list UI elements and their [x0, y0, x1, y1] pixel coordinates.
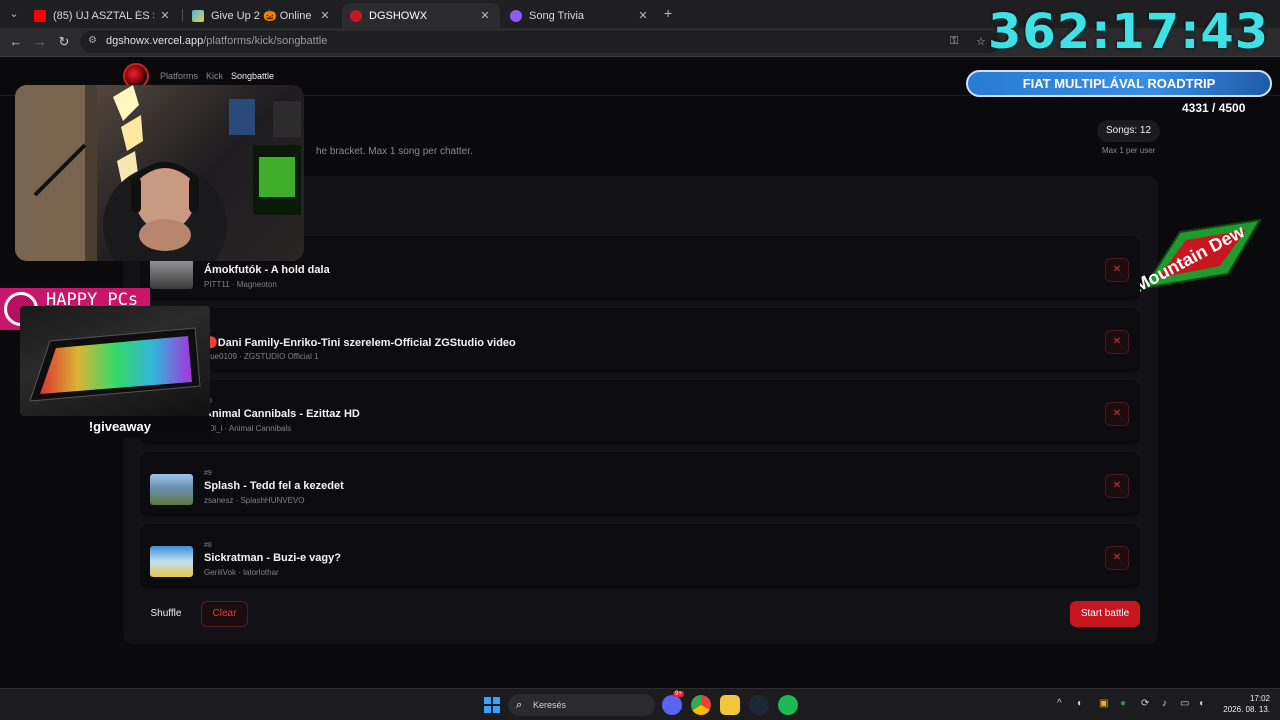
remove-song-button[interactable]: ✕ [1105, 474, 1129, 498]
clock-time: 17:02 [1249, 694, 1270, 703]
windows-taskbar: ⌕ Keresés 9+ ^ ◐ ▣ ● ⟳ ♪ ▭ ◖ 17:02 2026.… [0, 688, 1280, 720]
song-title: 🔴Dani Family-Enriko-Tini szerelem-Offici… [204, 337, 516, 349]
sync-tray-icon[interactable]: ⟳ [1141, 698, 1149, 709]
song-meta: PITT11 · Magneoton [204, 280, 277, 289]
max-per-user-note: Max 1 per user [1102, 146, 1156, 155]
forward-arrow-icon[interactable]: → [32, 34, 48, 50]
song-thumbnail [150, 474, 193, 505]
page-subtitle: he bracket. Max 1 song per chatter. [316, 146, 473, 157]
url-text: dgshowx.vercel.app/platforms/kick/songba… [106, 35, 327, 47]
keyboard-image [20, 306, 210, 416]
network-icon[interactable]: ▭ [1180, 698, 1189, 709]
site-info-icon[interactable]: ⚙ [88, 35, 100, 47]
tab-title: DGSHOWX [369, 9, 428, 22]
song-title: Splash - Tedd fel a kezedet [204, 480, 344, 492]
taskbar-search-placeholder: Keresés [533, 700, 567, 710]
song-row: #8 Sickratman - Buzi-e vagy? GeriiiVok ·… [140, 524, 1140, 589]
new-tab-plus-icon[interactable]: + [664, 5, 672, 21]
mountain-dew-graphic: Mountain Dew [1131, 218, 1262, 296]
chrome-icon[interactable] [691, 695, 711, 715]
password-key-icon[interactable]: ⚿ [950, 35, 958, 48]
steam-tray-icon[interactable]: ◐ [1077, 698, 1083, 709]
breadcrumb-platforms[interactable]: Platforms [160, 71, 198, 81]
song-rank: #9 [204, 470, 212, 477]
song-meta: zsanesz · SplashHUNVEVO [204, 496, 305, 505]
song-title: Ámokfutók - A hold dala [204, 264, 330, 276]
song-title: Sickratman - Buzi-e vagy? [204, 552, 341, 564]
song-meta: luue0109 · ZGSTUDIO Official 1 [204, 352, 319, 361]
song-thumbnail [150, 258, 193, 289]
webcam-scene [15, 85, 301, 261]
url-path: /platforms/kick/songbattle [203, 35, 328, 47]
close-icon[interactable]: ✕ [636, 9, 650, 22]
shuffle-button[interactable]: Shuffle [140, 601, 192, 627]
app-tray-icon[interactable]: ● [1120, 698, 1126, 709]
webcam-overlay [15, 85, 304, 261]
song-meta: GeriiiVok · latorlothar [204, 568, 279, 577]
close-icon[interactable]: ✕ [318, 9, 332, 22]
youtube-icon [34, 9, 46, 22]
tab-song-trivia[interactable]: Song Trivia ✕ [502, 3, 658, 28]
rgb-keyboard-graphic [29, 327, 201, 402]
song-title: Animal Cannibals - Ezittaz HD [204, 408, 360, 420]
remove-song-button[interactable]: ✕ [1105, 402, 1129, 426]
steam-icon[interactable] [749, 695, 769, 715]
giveaway-label: !giveaway [18, 416, 211, 438]
dgshowx-icon [350, 9, 362, 22]
volume-icon[interactable]: ◖ [1198, 698, 1204, 709]
tab-youtube[interactable]: (85) ÚJ ASZTAL ÉS SZÉK ÖSSZERAKÁSA ✕ [26, 3, 180, 28]
folder-tray-icon[interactable]: ▣ [1099, 698, 1108, 709]
tab-give-up[interactable]: Give Up 2 🎃 Online Game | Gamezop ✕ [184, 3, 340, 28]
goal-banner: FIAT MULTIPLÁVAL ROADTRIP [966, 70, 1272, 97]
song-thumbnail [150, 546, 193, 577]
tab-divider [182, 9, 183, 21]
tab-search-chevron-icon[interactable]: ⌄ [6, 6, 22, 22]
discord-badge: 9+ [673, 691, 684, 697]
windows-start-icon[interactable] [484, 697, 500, 713]
song-meta: R0l_i · Animal Cannibals [204, 424, 292, 433]
remove-song-button[interactable]: ✕ [1105, 330, 1129, 354]
close-icon[interactable]: ✕ [158, 9, 172, 22]
breadcrumb: Platforms Kick Songbattle [160, 71, 274, 81]
remove-song-button[interactable]: ✕ [1105, 258, 1129, 282]
taskbar-search[interactable]: ⌕ Keresés [508, 694, 655, 716]
song-rank: #8 [204, 542, 212, 549]
start-battle-button[interactable]: Start battle [1070, 601, 1140, 627]
goal-counter: 4331 / 4500 [1182, 101, 1246, 115]
clear-button[interactable]: Clear [201, 601, 248, 627]
close-icon[interactable]: ✕ [478, 9, 492, 22]
microphone-icon[interactable]: ♪ [1162, 698, 1167, 709]
songs-count-badge: Songs: 12 [1097, 120, 1161, 142]
discord-icon[interactable]: 9+ [662, 691, 684, 715]
breadcrumb-songbattle: Songbattle [231, 71, 275, 81]
gamezop-icon [192, 9, 204, 22]
back-arrow-icon[interactable]: ← [8, 34, 24, 50]
song-row: 10 Animal Cannibals - Ezittaz HD R0l_i ·… [140, 380, 1140, 445]
tab-title: Give Up 2 🎃 Online Game | Gamezop [211, 10, 314, 22]
tab-title: Song Trivia [529, 9, 585, 22]
breadcrumb-kick[interactable]: Kick [206, 71, 223, 81]
remove-song-button[interactable]: ✕ [1105, 546, 1129, 570]
spotify-icon[interactable] [778, 695, 798, 715]
tab-dgshowx[interactable]: DGSHOWX ✕ [342, 3, 500, 28]
file-explorer-icon[interactable] [720, 695, 740, 715]
bookmark-star-icon[interactable]: ☆ [976, 35, 986, 48]
clock-date: 2026. 08. 13. [1223, 705, 1270, 714]
search-icon: ⌕ [516, 699, 523, 711]
url-host: dgshowx.vercel.app [106, 35, 204, 47]
tab-title: (85) ÚJ ASZTAL ÉS SZÉK ÖSSZERAKÁSA [53, 9, 154, 22]
mountain-dew-logo: Mountain Dew [1131, 218, 1265, 296]
tray-chevron-icon[interactable]: ^ [1057, 698, 1062, 709]
song-row: #9 Splash - Tedd fel a kezedet zsanesz ·… [140, 452, 1140, 517]
address-bar[interactable]: ⚙ dgshowx.vercel.app/platforms/kick/song… [80, 31, 1000, 53]
song-row: 11 🔴Dani Family-Enriko-Tini szerelem-Off… [140, 308, 1140, 373]
reload-icon[interactable]: ↻ [56, 34, 72, 50]
trivia-icon [510, 9, 522, 22]
taskbar-clock[interactable]: 17:02 2026. 08. 13. [1220, 693, 1270, 715]
subathon-timer: 362:17:43 [988, 4, 1270, 60]
